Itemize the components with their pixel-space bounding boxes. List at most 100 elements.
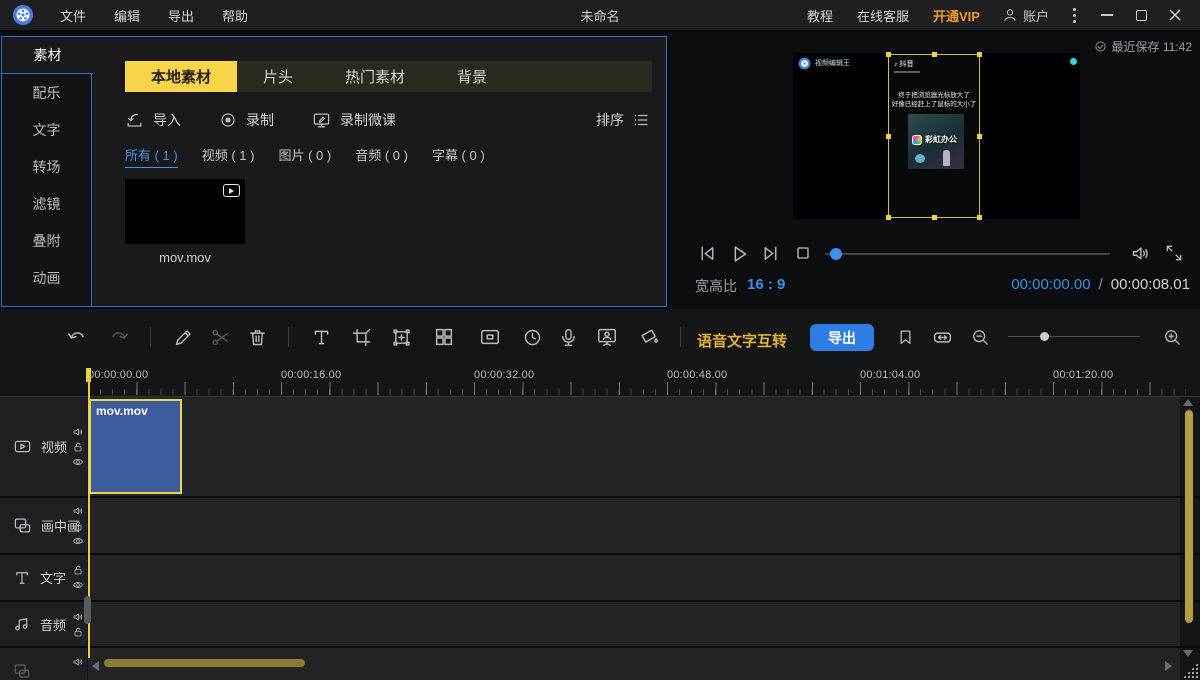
track-pip-lane[interactable]	[88, 498, 1180, 553]
filter-subtitle[interactable]: 字幕 ( 0 )	[432, 145, 485, 168]
selection-handle[interactable]	[977, 134, 982, 139]
tutorial-link[interactable]: 教程	[795, 6, 845, 25]
vscroll-down-arrow[interactable]	[1183, 650, 1193, 657]
track-video-lane[interactable]	[88, 397, 1180, 496]
fit-timeline-button[interactable]	[931, 326, 953, 348]
tab-hot-material[interactable]: 热门素材	[319, 61, 431, 92]
timeline-clip[interactable]: mov.mov	[89, 399, 182, 494]
aspect-ratio-value[interactable]: 16 : 9	[747, 276, 785, 293]
zoom-out-button[interactable]	[969, 326, 991, 348]
speech-text-button[interactable]: 语音文字互转	[697, 330, 787, 351]
zoom-in-button[interactable]	[1161, 326, 1183, 348]
playback-slider[interactable]	[825, 253, 1110, 255]
sidebar-item-text[interactable]: 文字	[2, 111, 91, 148]
track-audio-header[interactable]: 音频	[0, 602, 87, 646]
account-button[interactable]: 账户	[992, 6, 1059, 25]
delete-button[interactable]	[246, 326, 268, 348]
track-volume-icon[interactable]	[72, 505, 84, 517]
undo-button[interactable]	[66, 326, 88, 348]
track-text-header[interactable]: 文字	[0, 555, 87, 600]
fill-button[interactable]	[638, 326, 660, 348]
track-visibility-icon[interactable]	[72, 456, 84, 468]
filter-video[interactable]: 视频 ( 1 )	[202, 145, 255, 168]
track-lock-icon[interactable]	[72, 626, 84, 638]
more-menu-icon[interactable]	[1059, 8, 1090, 23]
maximize-button[interactable]	[1124, 2, 1158, 28]
record-button[interactable]: 录制	[219, 110, 274, 130]
selection-handle[interactable]	[886, 52, 891, 57]
vertical-scrollbar[interactable]	[1185, 410, 1193, 623]
track-lock-icon[interactable]	[72, 564, 84, 576]
track-video-header[interactable]: 视频	[0, 397, 87, 496]
track-lock-icon[interactable]	[72, 520, 84, 532]
filter-all[interactable]: 所有 ( 1 )	[125, 145, 178, 168]
track-text-lane[interactable]	[88, 555, 1180, 600]
export-button[interactable]: 导出	[810, 324, 874, 351]
sidebar-item-animation[interactable]: 动画	[2, 259, 91, 296]
menu-file[interactable]: 文件	[46, 6, 100, 25]
selection-handle[interactable]	[977, 215, 982, 220]
timeline-zoom-slider[interactable]	[1008, 336, 1140, 337]
track-divider-handle[interactable]	[84, 596, 91, 624]
crop-button[interactable]	[350, 326, 372, 348]
zoom-slider-thumb[interactable]	[1040, 332, 1049, 341]
selection-handle[interactable]	[886, 215, 891, 220]
playback-slider-thumb[interactable]	[830, 248, 842, 260]
vip-link[interactable]: 开通VIP	[921, 6, 992, 25]
selection-handle[interactable]	[886, 134, 891, 139]
pip-button[interactable]	[479, 326, 501, 348]
menu-edit[interactable]: 编辑	[100, 6, 154, 25]
playhead-handle[interactable]	[86, 368, 91, 382]
play-button[interactable]	[728, 243, 750, 265]
horizontal-scrollbar[interactable]	[104, 659, 305, 667]
selection-handle[interactable]	[932, 52, 937, 57]
import-button[interactable]: 导入	[125, 110, 181, 130]
support-link[interactable]: 在线客服	[845, 6, 921, 25]
tab-local-material[interactable]: 本地素材	[125, 61, 237, 92]
menu-export[interactable]: 导出	[154, 6, 208, 25]
presenter-button[interactable]	[596, 326, 618, 348]
track-pip-header[interactable]: 画中画	[0, 498, 87, 553]
track-extra-header[interactable]	[0, 648, 87, 680]
fullscreen-button[interactable]	[1164, 243, 1184, 263]
speed-button[interactable]	[521, 326, 543, 348]
volume-button[interactable]	[1130, 243, 1151, 264]
transform-button[interactable]	[390, 326, 412, 348]
filter-image[interactable]: 图片 ( 0 )	[278, 145, 331, 168]
track-volume-icon[interactable]	[72, 611, 84, 623]
tab-intro[interactable]: 片头	[237, 61, 319, 92]
sidebar-item-music[interactable]: 配乐	[2, 74, 91, 111]
selected-video-layer[interactable]: ♪抖音 终于把浏览器光标放大了 好像已经赶上了鼠标的大小了 彩虹办公	[888, 54, 980, 218]
filter-audio[interactable]: 音频 ( 0 )	[355, 145, 408, 168]
hscroll-right-arrow[interactable]	[1165, 661, 1172, 671]
media-item-thumbnail[interactable]	[125, 179, 245, 244]
preview-canvas[interactable]: 视频编辑王 ♪抖音 终于把浏览器光标放大了 好像已经赶上了鼠标的大小了 彩虹办公	[793, 53, 1080, 219]
sort-button[interactable]: 排序	[596, 110, 650, 130]
prev-frame-button[interactable]	[697, 243, 718, 264]
selection-handle[interactable]	[932, 215, 937, 220]
vscroll-up-arrow[interactable]	[1183, 399, 1193, 406]
marker-button[interactable]	[894, 326, 916, 348]
track-visibility-icon[interactable]	[72, 579, 84, 591]
track-visibility-icon[interactable]	[72, 535, 84, 547]
cut-button[interactable]	[209, 326, 231, 348]
record-lesson-button[interactable]: 录制微课	[312, 110, 396, 130]
track-volume-icon[interactable]	[72, 656, 84, 668]
track-volume-icon[interactable]	[72, 426, 84, 438]
selection-handle[interactable]	[977, 52, 982, 57]
rotate-handle[interactable]	[1070, 58, 1077, 65]
redo-button[interactable]	[108, 326, 130, 348]
stop-button[interactable]	[793, 243, 813, 263]
tab-background[interactable]: 背景	[431, 61, 513, 92]
add-text-button[interactable]	[310, 326, 332, 348]
sidebar-item-material[interactable]: 素材	[2, 37, 93, 74]
sidebar-item-filter[interactable]: 滤镜	[2, 185, 91, 222]
close-button[interactable]	[1158, 2, 1192, 28]
menu-help[interactable]: 帮助	[208, 6, 262, 25]
minimize-button[interactable]	[1090, 2, 1124, 28]
mosaic-button[interactable]	[433, 326, 455, 348]
sidebar-item-overlay[interactable]: 叠附	[2, 222, 91, 259]
track-audio-lane[interactable]	[88, 602, 1180, 646]
next-frame-button[interactable]	[760, 243, 781, 264]
hscroll-left-arrow[interactable]	[92, 661, 99, 671]
